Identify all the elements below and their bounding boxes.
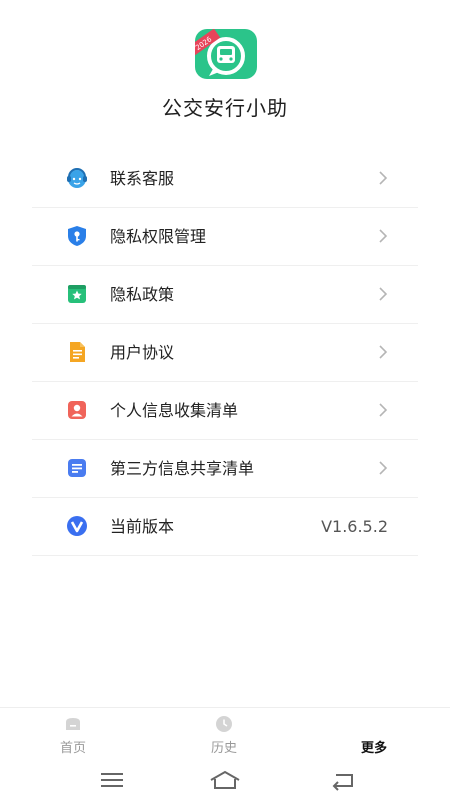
home-outline-icon[interactable]: [209, 769, 241, 791]
shield-key-icon: [68, 226, 86, 246]
customer-service-icon: [67, 168, 87, 188]
chevron-right-icon: [379, 229, 388, 243]
tab-history[interactable]: 历史: [184, 708, 264, 764]
document-icon: [70, 342, 85, 362]
person-card-icon: [68, 401, 86, 419]
app-header: 2026 公交安行小助: [0, 0, 450, 150]
back-icon[interactable]: [330, 769, 356, 791]
menu-item-privacy-permissions[interactable]: 隐私权限管理: [32, 208, 418, 266]
menu-item-label: 联系客服: [110, 169, 175, 188]
menu-item-personal-info-list[interactable]: 个人信息收集清单: [32, 382, 418, 440]
menu-item-current-version[interactable]: 当前版本 V1.6.5.2: [32, 498, 418, 556]
menu-item-label: 用户协议: [110, 343, 175, 362]
menu-item-label: 个人信息收集清单: [110, 401, 239, 420]
tab-label: 首页: [59, 741, 86, 756]
menu-item-label: 隐私权限管理: [110, 227, 207, 246]
bottom-tab-bar: 首页 历史 更多: [0, 707, 450, 764]
app-name: 公交安行小助: [162, 96, 288, 120]
chevron-right-icon: [379, 345, 388, 359]
chevron-right-icon: [379, 171, 388, 185]
menu-lines-icon[interactable]: [99, 769, 125, 791]
star-bookmark-icon: [68, 285, 86, 303]
tab-label: 更多: [360, 741, 387, 756]
clock-icon: [216, 716, 232, 732]
menu-item-label: 第三方信息共享清单: [110, 459, 255, 478]
version-v-icon: [67, 516, 87, 536]
settings-menu: 联系客服 隐私权限管理 隐私政策 用户协议 个人信息收集清单 第三方信息共享清单…: [32, 150, 418, 556]
menu-item-label: 隐私政策: [110, 285, 175, 304]
home-icon: [66, 718, 80, 730]
bus-icon: 2026: [195, 29, 245, 76]
version-number: V1.6.5.2: [321, 517, 388, 536]
menu-item-privacy-policy[interactable]: 隐私政策: [32, 266, 418, 324]
menu-item-customer-service[interactable]: 联系客服: [32, 150, 418, 208]
tab-more[interactable]: 更多: [334, 708, 414, 764]
tab-label: 历史: [210, 741, 237, 756]
menu-item-third-party-sharing[interactable]: 第三方信息共享清单: [32, 440, 418, 498]
list-document-icon: [68, 459, 86, 477]
chevron-right-icon: [379, 461, 388, 475]
menu-item-label: 当前版本: [110, 517, 175, 536]
chevron-right-icon: [379, 403, 388, 417]
system-navigation-bar: [0, 763, 450, 800]
chevron-right-icon: [379, 287, 388, 301]
menu-item-user-agreement[interactable]: 用户协议: [32, 324, 418, 382]
app-logo: 2026: [195, 29, 257, 79]
tab-home[interactable]: 首页: [33, 708, 113, 764]
